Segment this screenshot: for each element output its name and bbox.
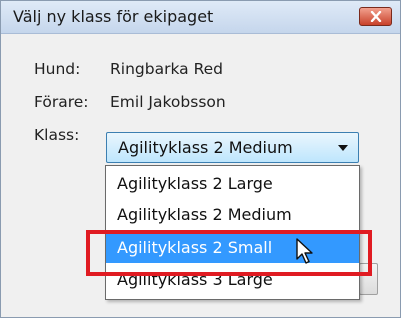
forare-value: Emil Jakobsson <box>110 93 226 111</box>
klass-combobox[interactable]: Agilityklass 2 Medium <box>106 132 359 163</box>
combobox-selected-value: Agilityklass 2 Medium <box>118 138 293 157</box>
dropdown-option-2-medium[interactable]: Agilityklass 2 Medium <box>106 201 359 229</box>
chevron-down-icon <box>338 145 348 151</box>
dropdown-option-2-large[interactable]: Agilityklass 2 Large <box>106 170 359 198</box>
title-bar: Välj ny klass för ekipaget <box>1 1 400 34</box>
highlight-annotation-box <box>86 230 372 276</box>
dialog-window: Välj ny klass för ekipaget Hund: Ringbar… <box>0 0 401 318</box>
close-icon <box>370 11 381 22</box>
window-title: Välj ny klass för ekipaget <box>13 7 214 26</box>
hund-label: Hund: <box>34 60 81 78</box>
close-button[interactable] <box>359 7 392 26</box>
forare-label: Förare: <box>34 93 89 111</box>
klass-label: Klass: <box>34 126 80 144</box>
hund-value: Ringbarka Red <box>110 60 224 78</box>
mouse-pointer-icon <box>296 238 313 264</box>
